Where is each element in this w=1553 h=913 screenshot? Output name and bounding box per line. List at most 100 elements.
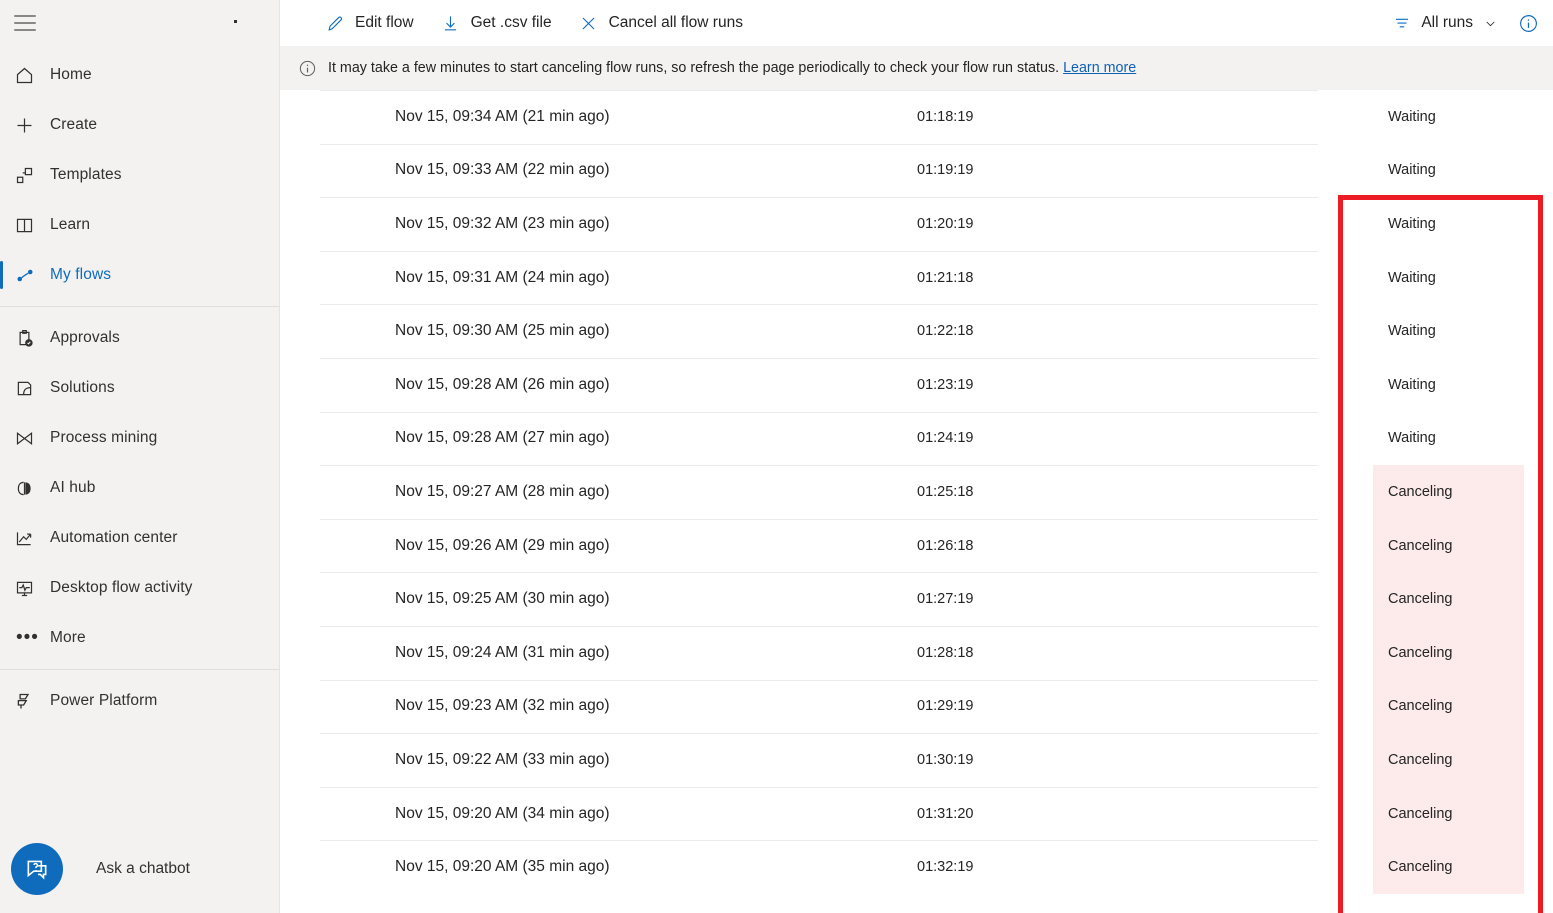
table-row[interactable]: Nov 15, 09:22 AM (33 min ago)01:30:19Can… [280,733,1553,787]
run-start-time: Nov 15, 09:30 AM (25 min ago) [395,322,610,340]
command-bar: Edit flow Get .csv file [280,0,1553,46]
sidebar-item-more[interactable]: ••• More [0,613,279,663]
power-platform-icon [14,689,50,713]
table-row[interactable]: Nov 15, 09:30 AM (25 min ago)01:22:18Wai… [280,304,1553,358]
sidebar-item-desktop-flow-activity[interactable]: Desktop flow activity [0,563,279,613]
table-row[interactable]: Nov 15, 09:24 AM (31 min ago) 01:28:18 Can… [280,626,1553,680]
sidebar-item-label: Templates [50,166,122,184]
run-status: Waiting [1373,251,1524,305]
sidebar-nav-primary: Home Create Templates [0,46,279,300]
chatbot-label: Ask a chatbot [96,860,190,878]
table-row[interactable]: Nov 15, 09:28 AM (26 min ago) 01:23:19 Wai… [280,358,1553,412]
run-status: Waiting [1373,90,1524,144]
info-banner: It may take a few minutes to start cance… [280,46,1553,90]
run-status: Canceling [1373,626,1524,680]
sidebar-item-learn[interactable]: Learn [0,200,279,250]
run-start-time: Nov 15, 09:28 AM (26 min ago) [395,376,610,394]
run-start-time: Nov 15, 09:20 AM (35 min ago) [395,858,610,876]
sidebar-item-label: Automation center [50,529,178,547]
table-row[interactable]: Nov 15, 09:20 AM (34 min ago)01:31:20Can… [280,787,1553,841]
sidebar-item-create[interactable]: Create [0,100,279,150]
table-row[interactable]: Nov 15, 09:33 AM (22 min ago)01:19:19Wai… [280,144,1553,198]
sidebar-item-label: Power Platform [50,692,157,710]
run-duration: 01:24:19 [917,430,973,446]
templates-icon [14,163,50,187]
download-arrow-icon [440,13,462,33]
sidebar-nav-secondary: Approvals Solutions Pr [0,313,279,663]
ellipsis-icon: ••• [14,626,50,650]
table-row[interactable]: Nov 15, 09:20 AM (35 min ago) 01:32:19 Can… [280,840,1553,894]
run-status: Waiting [1373,358,1524,412]
sidebar-item-label: AI hub [50,479,95,497]
sidebar-divider-1 [0,306,279,307]
all-runs-filter-dropdown[interactable]: All runs [1392,14,1497,32]
run-status: Canceling [1373,519,1524,573]
run-duration: 01:23:19 [917,377,973,393]
run-start-time: Nov 15, 09:24 AM (31 min ago) [395,644,610,662]
run-duration: 01:31:20 [917,806,973,822]
learn-more-link[interactable]: Learn more [1063,60,1136,76]
run-duration: 01:25:18 [917,484,973,500]
run-duration: 01:32:19 [917,859,973,875]
flow-runs-table: Nov 15, 09:34 AM (21 min ago)01:18:19Wai… [280,90,1553,913]
chat-question-icon [11,843,63,895]
sidebar-item-process-mining[interactable]: Process mining [0,413,279,463]
command-bar-right: All runs [1392,0,1553,46]
flow-runs-rows: Nov 15, 09:34 AM (21 min ago)01:18:19Wai… [280,90,1553,894]
sidebar-item-label: Approvals [50,329,120,347]
collapse-dot-icon [234,20,237,23]
sidebar-item-label: Create [50,116,97,134]
run-status: Canceling [1373,680,1524,734]
run-status: Canceling [1373,733,1524,787]
run-start-time: Nov 15, 09:31 AM (24 min ago) [395,269,610,287]
run-duration: 01:29:19 [917,698,973,714]
run-start-time: Nov 15, 09:33 AM (22 min ago) [395,161,610,179]
info-circle-icon[interactable] [1517,12,1539,34]
sidebar-item-solutions[interactable]: Solutions [0,363,279,413]
hamburger-menu-icon[interactable] [14,15,36,31]
sidebar-item-power-platform[interactable]: Power Platform [0,676,279,726]
solutions-icon [14,376,50,400]
table-row[interactable]: Nov 15, 09:26 AM (29 min ago) 01:26:18 Can… [280,519,1553,573]
sidebar-item-automation-center[interactable]: Automation center [0,513,279,563]
cancel-all-flow-runs-button[interactable]: Cancel all flow runs [578,0,743,46]
cancel-all-flow-runs-label: Cancel all flow runs [609,14,743,32]
all-runs-filter-label: All runs [1421,14,1473,32]
get-csv-file-button[interactable]: Get .csv file [440,0,552,46]
table-row[interactable]: Nov 15, 09:25 AM (30 min ago)01:27:19Can… [280,572,1553,626]
sidebar-header [0,0,279,46]
sidebar-item-label: Process mining [50,429,157,447]
sidebar-item-ai-hub[interactable]: AI hub [0,463,279,513]
book-icon [14,213,50,237]
filter-lines-icon [1392,14,1412,32]
table-row[interactable]: Nov 15, 09:23 AM (32 min ago) 01:29:19 Can… [280,680,1553,734]
run-duration: 01:26:18 [917,538,973,554]
run-start-time: Nov 15, 09:32 AM (23 min ago) [395,215,610,233]
table-row[interactable]: Nov 15, 09:32 AM (23 min ago)01:20:19Wai… [280,197,1553,251]
run-start-time: Nov 15, 09:23 AM (32 min ago) [395,697,610,715]
sidebar-item-approvals[interactable]: Approvals [0,313,279,363]
run-duration: 01:18:19 [917,109,973,125]
run-duration: 01:28:18 [917,645,973,661]
edit-flow-button[interactable]: Edit flow [324,0,414,46]
sidebar-item-my-flows[interactable]: My flows [0,250,279,300]
ask-a-chatbot-button[interactable]: Ask a chatbot [0,833,280,905]
edit-flow-label: Edit flow [355,14,414,32]
run-duration: 01:20:19 [917,216,973,232]
run-start-time: Nov 15, 09:26 AM (29 min ago) [395,537,610,555]
run-status: Canceling [1373,840,1524,894]
sidebar-item-label: Solutions [50,379,115,397]
run-status: Waiting [1373,412,1524,466]
clipboard-check-icon [14,326,50,350]
table-row[interactable]: Nov 15, 09:34 AM (21 min ago)01:18:19Wai… [280,90,1553,144]
sidebar: Home Create Templates [0,0,280,913]
table-row[interactable]: Nov 15, 09:28 AM (27 min ago)01:24:19Wai… [280,412,1553,466]
sidebar-item-home[interactable]: Home [0,50,279,100]
run-start-time: Nov 15, 09:25 AM (30 min ago) [395,590,610,608]
sidebar-item-label: More [50,629,86,647]
table-row[interactable]: Nov 15, 09:31 AM (24 min ago)01:21:18Wai… [280,251,1553,305]
sidebar-item-templates[interactable]: Templates [0,150,279,200]
table-row[interactable]: Nov 15, 09:27 AM (28 min ago)01:25:18Can… [280,465,1553,519]
run-duration: 01:30:19 [917,752,973,768]
trend-up-icon [14,526,50,550]
